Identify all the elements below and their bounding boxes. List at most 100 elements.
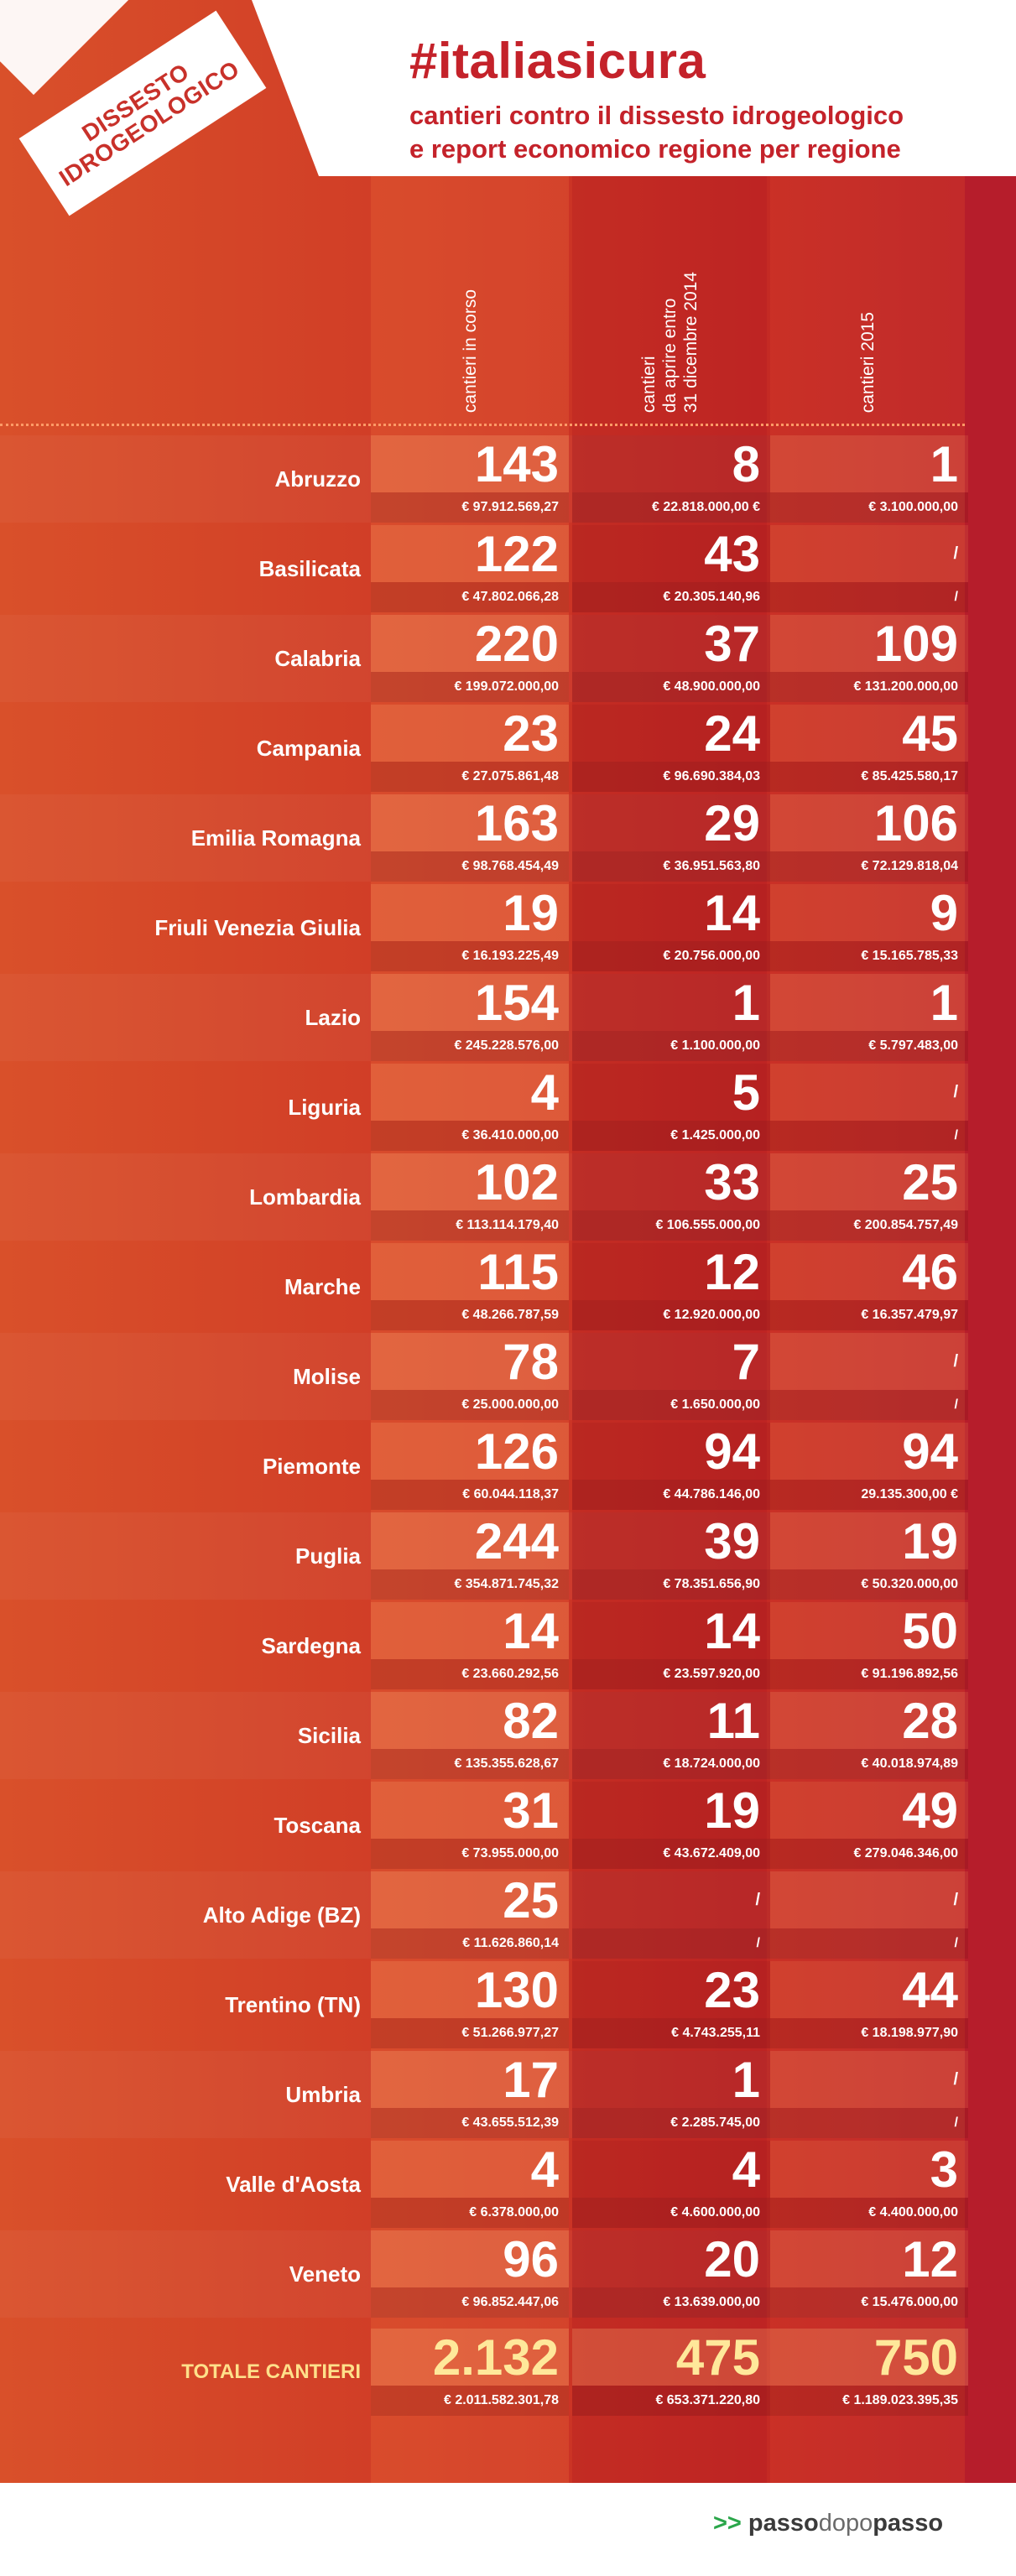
region-label: Abruzzo	[274, 466, 361, 492]
table-cell-col2: 1 € 1.100.000,00	[572, 974, 770, 1061]
region-label: Puglia	[294, 1543, 361, 1569]
table-row: Liguria 4 € 36.410.000,00 5 € 1.425.000,00//	[0, 1064, 968, 1151]
cell-amount: /	[954, 1397, 958, 1412]
region-label: Veneto	[289, 2261, 361, 2287]
table-cell-col3: / /	[770, 1871, 968, 1959]
cell-count: 109	[873, 616, 958, 672]
cell-amount: € 78.351.656,90	[663, 1577, 760, 1591]
cell-amount: € 25.000.000,00	[461, 1397, 559, 1412]
brand-part-1: passo	[748, 2510, 819, 2537]
cell-count-bg	[572, 1871, 770, 1928]
cell-amount: € 12.920.000,00	[663, 1308, 760, 1322]
cell-count-bg	[770, 1333, 968, 1390]
table-cell-col3: 9 € 15.165.785,33	[770, 884, 968, 971]
cell-amount: € 1.100.000,00	[670, 1038, 760, 1053]
cell-count: 244	[474, 1513, 559, 1569]
table-row: Valle d'Aosta 4 € 6.378.000,00 4 € 4.600.000…	[0, 2141, 968, 2228]
table-cell-col3: 19 € 50.320.000,00	[770, 1512, 968, 1600]
cell-count: 126	[474, 1423, 559, 1480]
cell-amount: € 60.044.118,37	[462, 1487, 559, 1501]
region-label: Valle d'Aosta	[226, 2172, 361, 2197]
table-cell-col2: 14 € 20.756.000,00	[572, 884, 770, 971]
cell-count: 94	[902, 1423, 958, 1480]
cell-count: 1	[732, 975, 760, 1031]
cell-count: 24	[704, 705, 760, 762]
column-header-2-text: cantieri da aprire entro 31 dicembre 201…	[638, 268, 701, 413]
table-cell-col2: 12 € 12.920.000,00	[572, 1243, 770, 1330]
table-row: Basilicata 122 € 47.802.066,28 43 € 20.305.1…	[0, 525, 968, 612]
cell-amount: € 50.320.000,00	[861, 1577, 958, 1591]
table-cell-col1: 244 € 354.871.745,32	[371, 1512, 569, 1600]
table-cell-col1: 122 € 47.802.066,28	[371, 525, 569, 612]
table-cell-col2: 11 € 18.724.000,00	[572, 1692, 770, 1779]
cell-amount: € 27.075.861,48	[461, 769, 559, 783]
table-cell-col1: 4 € 36.410.000,00	[371, 1064, 569, 1151]
brand-part-2: dopo	[818, 2510, 873, 2537]
table-cell-col2: 19 € 43.672.409,00	[572, 1782, 770, 1869]
cell-count: 4	[530, 2141, 559, 2198]
cell-count: 78	[503, 1334, 559, 1390]
cell-amount: € 135.355.628,67	[454, 1756, 559, 1771]
table-cell-col2: 14 € 23.597.920,00	[572, 1602, 770, 1689]
cell-amount: € 43.655.512,39	[461, 2115, 559, 2130]
cell-count: 163	[474, 795, 559, 851]
cell-amount: € 15.165.785,33	[861, 949, 958, 963]
region-label: TOTALE CANTIERI	[181, 2360, 361, 2383]
table-cell-col1: 143 € 97.912.569,27	[371, 435, 569, 523]
cell-amount: € 36.951.563,80	[663, 859, 760, 873]
table-row: Umbria 17 € 43.655.512,39 1 € 2.285.745,00//	[0, 2051, 968, 2138]
column-header-2-line-2: da aprire entro	[659, 298, 680, 413]
cell-amount: € 11.626.860,14	[462, 1936, 559, 1950]
table-row: Sicilia 82 € 135.355.628,67 11 € 18.724.000,…	[0, 1692, 968, 1779]
cell-amount-bg	[572, 1928, 770, 1959]
table-cell-col3: 28 € 40.018.974,89	[770, 1692, 968, 1779]
cell-count: 1	[930, 436, 958, 492]
cell-amount: /	[954, 2115, 958, 2130]
table-cell-col1: 19 € 16.193.225,49	[371, 884, 569, 971]
region-label: Toscana	[274, 1813, 361, 1838]
cell-amount: € 131.200.000,00	[853, 679, 958, 694]
cell-count: 96	[503, 2231, 559, 2287]
cell-count: 4	[530, 1064, 559, 1121]
cell-amount: € 85.425.580,17	[861, 769, 958, 783]
table-cell-col3: 49 € 279.046.346,00	[770, 1782, 968, 1869]
side-band	[965, 168, 1016, 2483]
cell-amount: € 354.871.745,32	[454, 1577, 559, 1591]
cell-count: 43	[704, 526, 760, 582]
cell-count: 94	[704, 1423, 760, 1480]
table-cell-col1: 14 € 23.660.292,56	[371, 1602, 569, 1689]
table-cell-col1: 17 € 43.655.512,39	[371, 2051, 569, 2138]
subtitle-line-1: cantieri contro il dissesto idrogeologic…	[409, 101, 904, 130]
cell-amount: € 199.072.000,00	[454, 679, 559, 694]
table-cell-col2: 4 € 4.600.000,00	[572, 2141, 770, 2228]
table-cell-col2: 37 € 48.900.000,00	[572, 615, 770, 702]
table-cell-col2: 39 € 78.351.656,90	[572, 1512, 770, 1600]
cell-count: 130	[474, 1962, 559, 2018]
cell-count-bg	[770, 1064, 968, 1121]
table-cell-col1: 2.132 € 2.011.582.301,78	[371, 2329, 569, 2416]
region-label: Umbria	[285, 2082, 361, 2107]
table-cell-col3: 25 € 200.854.757,49	[770, 1153, 968, 1241]
cell-count: 49	[902, 1782, 958, 1839]
cell-count-bg	[770, 1871, 968, 1928]
table-cell-col1: 23 € 27.075.861,48	[371, 705, 569, 792]
table-row: Molise 78 € 25.000.000,00 7 € 1.650.000,00//	[0, 1333, 968, 1420]
cell-amount: € 48.900.000,00	[663, 679, 760, 694]
cell-count: 11	[706, 1693, 760, 1749]
page-subtitle: cantieri contro il dissesto idrogeologic…	[409, 99, 904, 166]
region-label: Molise	[293, 1364, 361, 1389]
cell-count: 1	[732, 2052, 760, 2108]
cell-amount-bg	[770, 1928, 968, 1959]
cell-amount: € 1.650.000,00	[670, 1397, 760, 1412]
cell-count: 102	[474, 1154, 559, 1210]
cell-count: /	[953, 544, 958, 563]
cell-count: /	[755, 1891, 760, 1909]
cell-amount: € 73.955.000,00	[461, 1846, 559, 1860]
cell-amount: € 653.371.220,80	[655, 2393, 760, 2407]
cell-count-bg	[770, 525, 968, 582]
table-cell-col2: 5 € 1.425.000,00	[572, 1064, 770, 1151]
cell-count: 82	[503, 1693, 559, 1749]
table-cell-col3: / /	[770, 1064, 968, 1151]
region-label: Lazio	[305, 1005, 361, 1030]
table-cell-col3: / /	[770, 525, 968, 612]
